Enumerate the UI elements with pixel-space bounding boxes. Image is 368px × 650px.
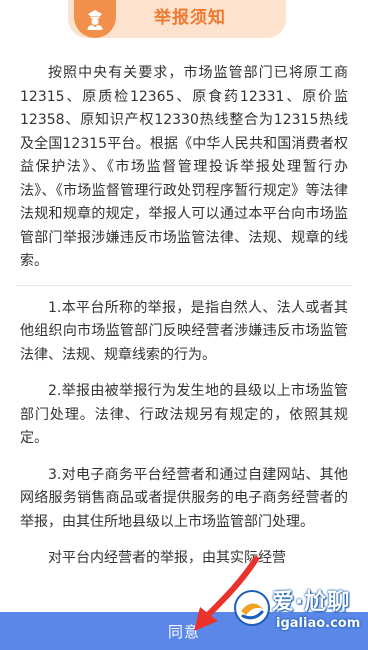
notice-item-1: 1.本平台所称的举报，是指自然人、法人或者其他组织向市场监管部门反映经营者涉嫌违… [20, 299, 348, 363]
divider [16, 284, 352, 286]
page-title: 举报须知 [154, 8, 226, 28]
notice-intro-paragraph: 按照中央有关要求，市场监管部门已将原工商12315、原质检12365、原食药12… [20, 65, 348, 269]
notice-content: 按照中央有关要求，市场监管部门已将原工商12315、原质检12365、原食药12… [16, 62, 352, 584]
notice-item-2: 2.举报由被举报行为发生地的县级以上市场监管部门处理。法律、行政法规另有规定的，… [20, 383, 348, 446]
notice-header: 举报须知 [0, 0, 368, 46]
watermark-logo-icon [234, 590, 270, 626]
watermark: 爱·尬聊 igaliao.com [232, 582, 368, 642]
watermark-url: igaliao.com [276, 616, 361, 631]
notice-item-3: 3.对电子商务平台经营者和通过自建网站、其他网络服务销售商品或者提供服务的电子商… [20, 466, 348, 530]
watermark-text: 爱·尬聊 [272, 590, 351, 615]
notice-item-4: 对平台内经营者的举报，由其实际经营 [48, 550, 286, 566]
report-notice-page: 举报须知 按照中央有关要求，市场监管部门已将原工商12315、原质检12365、… [0, 0, 368, 650]
